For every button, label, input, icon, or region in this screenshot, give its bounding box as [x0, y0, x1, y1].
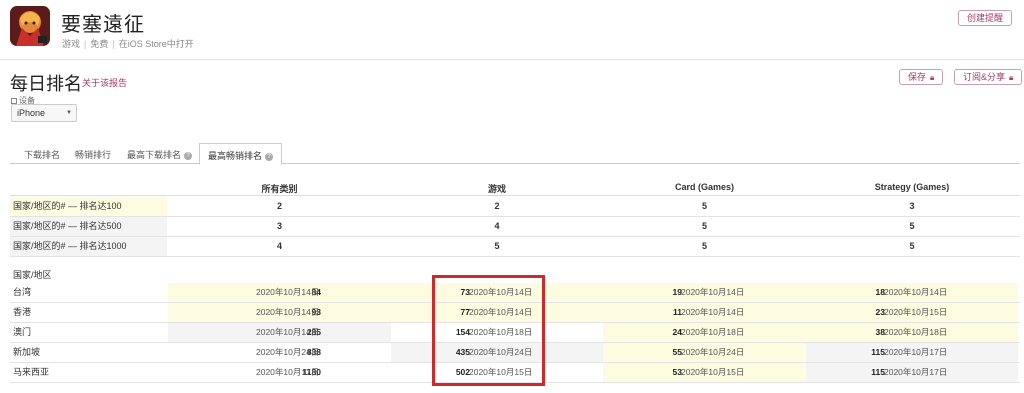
row-label: 国家/地区的# — 排名达500 [10, 217, 167, 236]
help-icon: ? [184, 152, 193, 160]
country-label: 马来西亚 [13, 367, 50, 377]
rank-date: 2020年10月14日 [256, 287, 320, 297]
rank-date: 2020年10月15日 [681, 367, 745, 377]
rank-cell: 84 2020年10月14日 [168, 283, 391, 302]
report-tabs: 下载排名 畅销排行 最高下载排名? 最高畅销排名? [10, 143, 1020, 165]
country-label: 香港 [13, 307, 32, 317]
rank-value: 53 [672, 367, 682, 377]
save-label: 保存 [908, 72, 927, 82]
rank-value: 115 [871, 367, 885, 377]
column-header: 所有类别 [261, 184, 298, 194]
rank-cell: 24 2020年10月18日 [603, 323, 806, 342]
column-header: Card (Games) [674, 182, 735, 192]
about-report-link[interactable]: 关于该报告 [82, 76, 127, 89]
table-cell: 4 [494, 221, 500, 231]
table-cell: 3 [276, 221, 282, 231]
rank-date: 2020年10月14日 [681, 287, 745, 297]
rank-date: 2020年10月17日 [884, 367, 948, 377]
rank-cell: 19 2020年10月14日 [603, 283, 806, 302]
rank-date: 2020年10月14日 [681, 307, 745, 317]
subscribe-share-button[interactable]: 订阅&分享 🔒︎ [954, 69, 1023, 85]
table-cell: 5 [701, 241, 707, 251]
page-title: 每日排名 [10, 74, 82, 94]
table-cell: 2 [276, 201, 282, 211]
rank-value: 19 [672, 287, 682, 297]
table-row: 国家/地区的# — 排名达500 3 4 5 5 [10, 217, 1020, 237]
rank-date: 2020年10月18日 [681, 327, 745, 337]
tab-grossing[interactable]: 畅销排行 [75, 148, 111, 161]
country-section-title: 国家/地区 [13, 270, 52, 280]
column-header: 游戏 [487, 184, 506, 194]
table-cell: 2 [494, 201, 500, 211]
tab-top-grossing[interactable]: 最高畅销排名? [199, 143, 283, 165]
device-select[interactable]: iPhone ▼ [11, 104, 77, 122]
rank-date: 2020年10月14日 [256, 327, 320, 337]
table-header: 所有类别 游戏 Card (Games) Strategy (Games) [10, 176, 1020, 196]
rank-value: 24 [672, 327, 682, 337]
lock-icon: 🔒︎ [930, 73, 935, 82]
subscribe-label: 订阅&分享 [963, 72, 1006, 82]
rank-cell: 11 2020年10月14日 [603, 303, 806, 322]
save-button[interactable]: 保存 🔒︎ [899, 69, 944, 85]
device-checkbox-icon [11, 97, 17, 104]
rank-date: 2020年10月17日 [884, 347, 948, 357]
app-category: 游戏 [62, 39, 81, 49]
store-link[interactable]: 在iOS Store中打开 [119, 39, 194, 49]
rank-cell: 838 2020年10月24日 [168, 343, 391, 362]
table-cell: 5 [701, 201, 707, 211]
app-title: 要塞遠征 [61, 14, 145, 36]
app-icon [10, 6, 50, 46]
rank-value: 18 [875, 287, 885, 297]
rank-cell: 115 2020年10月17日 [806, 343, 1018, 362]
lock-icon: 🔒︎ [1009, 73, 1014, 82]
create-alert-button[interactable]: 创建提醒 [957, 10, 1012, 26]
rank-cell: 285 2020年10月14日 [168, 323, 391, 342]
app-price: 免费 [90, 39, 109, 49]
rank-cell: 93 2020年10月14日 [168, 303, 391, 322]
rank-date: 2020年10月14日 [256, 307, 320, 317]
rank-date: 2020年10月14日 [884, 287, 948, 297]
rank-value: 55 [672, 347, 682, 357]
rank-cell: 53 2020年10月15日 [603, 363, 806, 382]
table-cell: 4 [276, 241, 282, 251]
country-label: 新加坡 [13, 347, 41, 357]
rank-cell: 55 2020年10月24日 [603, 343, 806, 362]
tab-top-downloads[interactable]: 最高下载排名? [127, 148, 193, 161]
table-row: 国家/地区的# — 排名达1000 4 5 5 5 [10, 237, 1020, 257]
rank-value: 38 [875, 327, 885, 337]
help-icon: ? [265, 153, 274, 161]
rank-date: 2020年10月15日 [884, 307, 948, 317]
country-label: 台湾 [13, 287, 32, 297]
rank-cell: 23 2020年10月15日 [806, 303, 1018, 322]
rank-date: 2020年10月24日 [681, 347, 745, 357]
table-cell: 5 [909, 241, 915, 251]
table-cell: 5 [909, 221, 915, 231]
row-label: 国家/地区的# — 排名达1000 [10, 237, 167, 256]
rank-value: 11 [673, 307, 682, 317]
rank-cell: 115 2020年10月17日 [806, 363, 1018, 382]
table-cell: 5 [494, 241, 500, 251]
app-meta: 游戏 | 免费 | 在iOS Store中打开 [62, 39, 194, 49]
rank-cell: 38 2020年10月18日 [806, 323, 1018, 342]
row-label: 国家/地区的# — 排名达100 [10, 197, 167, 216]
rank-date: 2020年10月17日 [256, 367, 320, 377]
rank-cell: 18 2020年10月14日 [806, 283, 1018, 302]
chevron-down-icon: ▼ [66, 110, 72, 116]
table-cell: 5 [701, 221, 707, 231]
column-header: Strategy (Games) [874, 182, 950, 192]
app-header: 要塞遠征 游戏 | 免费 | 在iOS Store中打开 创建提醒 [0, 0, 1024, 60]
rank-date: 2020年10月24日 [256, 347, 320, 357]
rank-value: 115 [871, 347, 885, 357]
tab-downloads[interactable]: 下载排名 [24, 148, 60, 161]
rank-cell: 1180 2020年10月17日 [168, 363, 391, 382]
device-selected-value: iPhone [17, 108, 46, 118]
country-label: 澳门 [13, 327, 32, 337]
table-row: 国家/地区的# — 排名达100 2 2 5 3 [10, 197, 1020, 217]
table-cell: 3 [909, 201, 915, 211]
rank-value: 23 [875, 307, 885, 317]
rank-date: 2020年10月18日 [884, 327, 948, 337]
highlight-annotation-box [432, 275, 545, 386]
